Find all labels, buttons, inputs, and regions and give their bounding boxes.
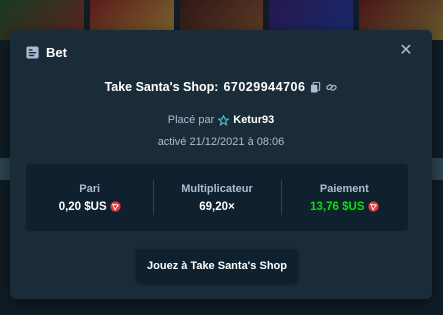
bet-stats-panel: Pari 0,20 $US Multiplicateur 69,20× Paie… (26, 164, 408, 231)
background-edge (0, 158, 10, 180)
stat-multiplier-label: Multiplicateur (181, 182, 253, 195)
stat-multiplier: Multiplicateur 69,20× (153, 164, 280, 231)
modal-header: Bet (26, 45, 67, 60)
placed-by-line: Placé par Ketur93 (10, 114, 432, 126)
stat-bet-value-row: 0,20 $US (59, 201, 121, 213)
close-icon[interactable]: ✕ (398, 43, 414, 59)
tron-coin-icon (110, 201, 121, 212)
stat-payout-label: Paiement (319, 182, 369, 195)
bet-id: 67029944706 (223, 80, 306, 94)
placed-by-label: Placé par (167, 114, 215, 126)
link-icon[interactable] (326, 82, 338, 93)
background-edge (431, 158, 443, 180)
bet-title: Take Santa's Shop: 67029944706 (10, 80, 432, 94)
activated-timestamp: activé 21/12/2021 à 08:06 (157, 136, 285, 148)
copy-icon[interactable] (310, 81, 321, 93)
game-name: Take Santa's Shop: (104, 80, 219, 94)
bet-modal: Bet ✕ Take Santa's Shop: 67029944706 Pla… (10, 30, 432, 299)
stat-bet: Pari 0,20 $US (26, 164, 153, 231)
stat-payout: Paiement 13,76 $US (280, 164, 408, 231)
vip-star-icon (218, 114, 230, 126)
stat-payout-value-row: 13,76 $US (310, 200, 379, 213)
stat-bet-value: 0,20 $US (58, 200, 107, 213)
play-game-button[interactable]: Jouez à Take Santa's Shop (136, 249, 298, 283)
tron-coin-icon (367, 201, 379, 212)
bet-slip-icon (26, 46, 39, 59)
modal-title: Bet (46, 45, 67, 60)
stat-bet-label: Pari (79, 182, 101, 195)
stat-multiplier-value: 69,20× (199, 200, 235, 213)
stat-payout-value: 13,76 $US (310, 200, 365, 213)
username-link[interactable]: Ketur93 (233, 114, 274, 126)
